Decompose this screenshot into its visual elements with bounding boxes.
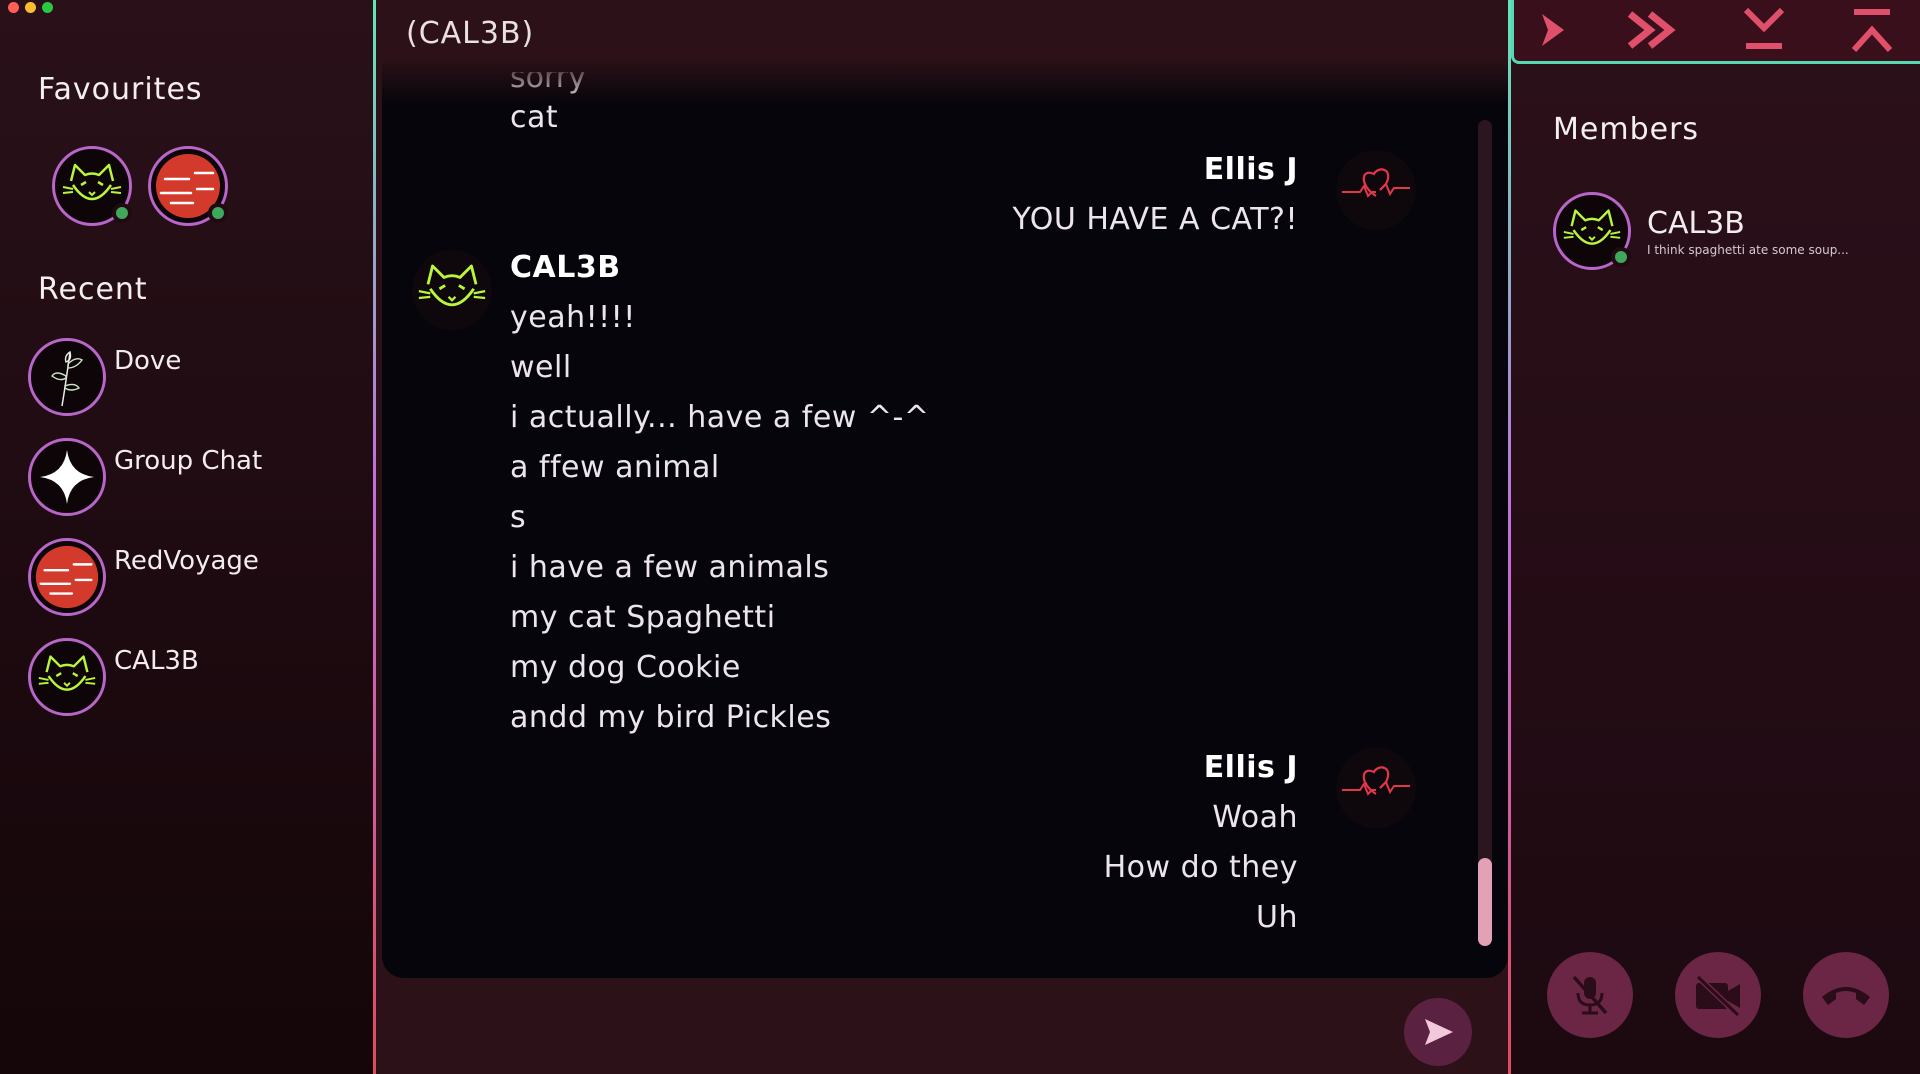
recent-item-label: CAL3B — [114, 646, 199, 676]
recent-item-group-chat[interactable]: Group Chat — [28, 438, 262, 538]
member-cal3b[interactable]: CAL3B I think spaghetti ate some soup... — [1553, 192, 1849, 270]
ellis-j-avatar[interactable] — [1336, 150, 1416, 230]
sidebar: Favourites Recent Dove Group Chat RedVoy… — [0, 0, 376, 1074]
member-avatar — [1553, 192, 1631, 270]
message-line: yeah!!!! — [510, 300, 636, 335]
recent-item-redvoyage[interactable]: RedVoyage — [28, 538, 262, 638]
chat-title: (CAL3B) — [406, 16, 535, 51]
recent-item-cal3b[interactable]: CAL3B — [28, 638, 262, 738]
dove-avatar — [28, 338, 106, 416]
message-line: cat — [510, 100, 559, 135]
recent-title: Recent — [38, 272, 148, 307]
mute-mic-button[interactable] — [1547, 952, 1633, 1038]
heartbeat-icon — [1342, 766, 1410, 796]
sparkle-star-icon — [40, 450, 94, 504]
cal3b-message-avatar[interactable] — [412, 250, 492, 330]
chat-panel: (CAL3B) sorry cat Ellis J YOU HAVE A CAT… — [376, 0, 1508, 1074]
close-window-button[interactable] — [8, 2, 19, 13]
chat-scrollbar[interactable] — [1478, 120, 1492, 946]
message-line: my dog Cookie — [510, 650, 741, 685]
collapse-down-button[interactable] — [1736, 4, 1792, 56]
recent-item-label: RedVoyage — [114, 546, 259, 576]
heartbeat-icon — [1342, 168, 1410, 198]
message-line: s — [510, 500, 527, 535]
cat-icon — [418, 264, 486, 307]
recent-item-dove[interactable]: Dove — [28, 338, 262, 438]
recent-item-label: Group Chat — [114, 446, 263, 476]
message-input-area[interactable] — [376, 980, 1508, 1074]
sender-name: Ellis J — [1203, 152, 1298, 187]
message-line: Uh — [1256, 900, 1298, 935]
maximize-window-button[interactable] — [42, 2, 53, 13]
double-chevron-right-button[interactable] — [1624, 4, 1680, 56]
favourites-title: Favourites — [38, 72, 203, 107]
message-line: well — [510, 350, 572, 385]
camera-off-button[interactable] — [1675, 952, 1761, 1038]
recent-list: Dove Group Chat RedVoyage CAL3B — [28, 338, 262, 738]
redvoyage-avatar — [28, 538, 106, 616]
message-line: YOU HAVE A CAT?! — [1012, 202, 1298, 237]
sender-name: Ellis J — [1203, 750, 1298, 785]
members-title: Members — [1553, 112, 1700, 147]
send-button[interactable] — [1404, 998, 1472, 1066]
member-status-text: I think spaghetti ate some soup... — [1647, 242, 1849, 257]
cat-icon — [38, 655, 96, 691]
ellis-j-avatar[interactable] — [1336, 748, 1416, 828]
favourite-cal3b-avatar[interactable] — [52, 146, 132, 226]
collapse-down-icon — [1743, 7, 1785, 49]
red-planet-icon — [35, 545, 99, 609]
member-name: CAL3B — [1647, 205, 1745, 241]
double-chevron-right-icon — [1627, 11, 1676, 49]
recent-item-label: Dove — [114, 346, 182, 376]
online-status-dot — [112, 203, 132, 223]
favourites-list — [52, 146, 228, 226]
online-status-dot — [208, 203, 228, 223]
online-status-dot — [1611, 247, 1631, 267]
collapse-up-button[interactable] — [1844, 4, 1900, 56]
window-controls — [8, 2, 53, 13]
group-chat-avatar — [28, 438, 106, 516]
cal3b-avatar — [28, 638, 106, 716]
message-list[interactable]: sorry cat Ellis J YOU HAVE A CAT?! CAL3B — [382, 60, 1508, 978]
panel-toolbar — [1511, 0, 1920, 64]
top-fade — [382, 60, 1508, 104]
mic-off-icon — [1572, 975, 1608, 1015]
favourite-redvoyage-avatar[interactable] — [148, 146, 228, 226]
scrollbar-thumb[interactable] — [1478, 858, 1492, 946]
message-line: Woah — [1212, 800, 1298, 835]
chevron-right-icon — [1542, 14, 1564, 46]
hang-up-icon — [1822, 987, 1870, 1005]
send-icon — [1425, 1019, 1453, 1045]
message-line: i actually... have a few ^-^ — [510, 400, 930, 435]
chevron-right-button[interactable] — [1526, 4, 1582, 56]
collapse-up-icon — [1851, 9, 1893, 53]
sender-name: CAL3B — [510, 250, 621, 285]
message-line: andd my bird Pickles — [510, 700, 832, 735]
members-panel: Members CAL3B I think spaghetti ate some… — [1508, 0, 1920, 1074]
message-line: a ffew animal — [510, 450, 720, 485]
plant-sketch-icon — [51, 350, 84, 407]
hang-up-button[interactable] — [1803, 952, 1889, 1038]
message-line: my cat Spaghetti — [510, 600, 776, 635]
minimize-window-button[interactable] — [25, 2, 36, 13]
message-line: How do they — [1103, 850, 1298, 885]
message-line: i have a few animals — [510, 550, 830, 585]
camera-off-icon — [1695, 974, 1741, 1018]
